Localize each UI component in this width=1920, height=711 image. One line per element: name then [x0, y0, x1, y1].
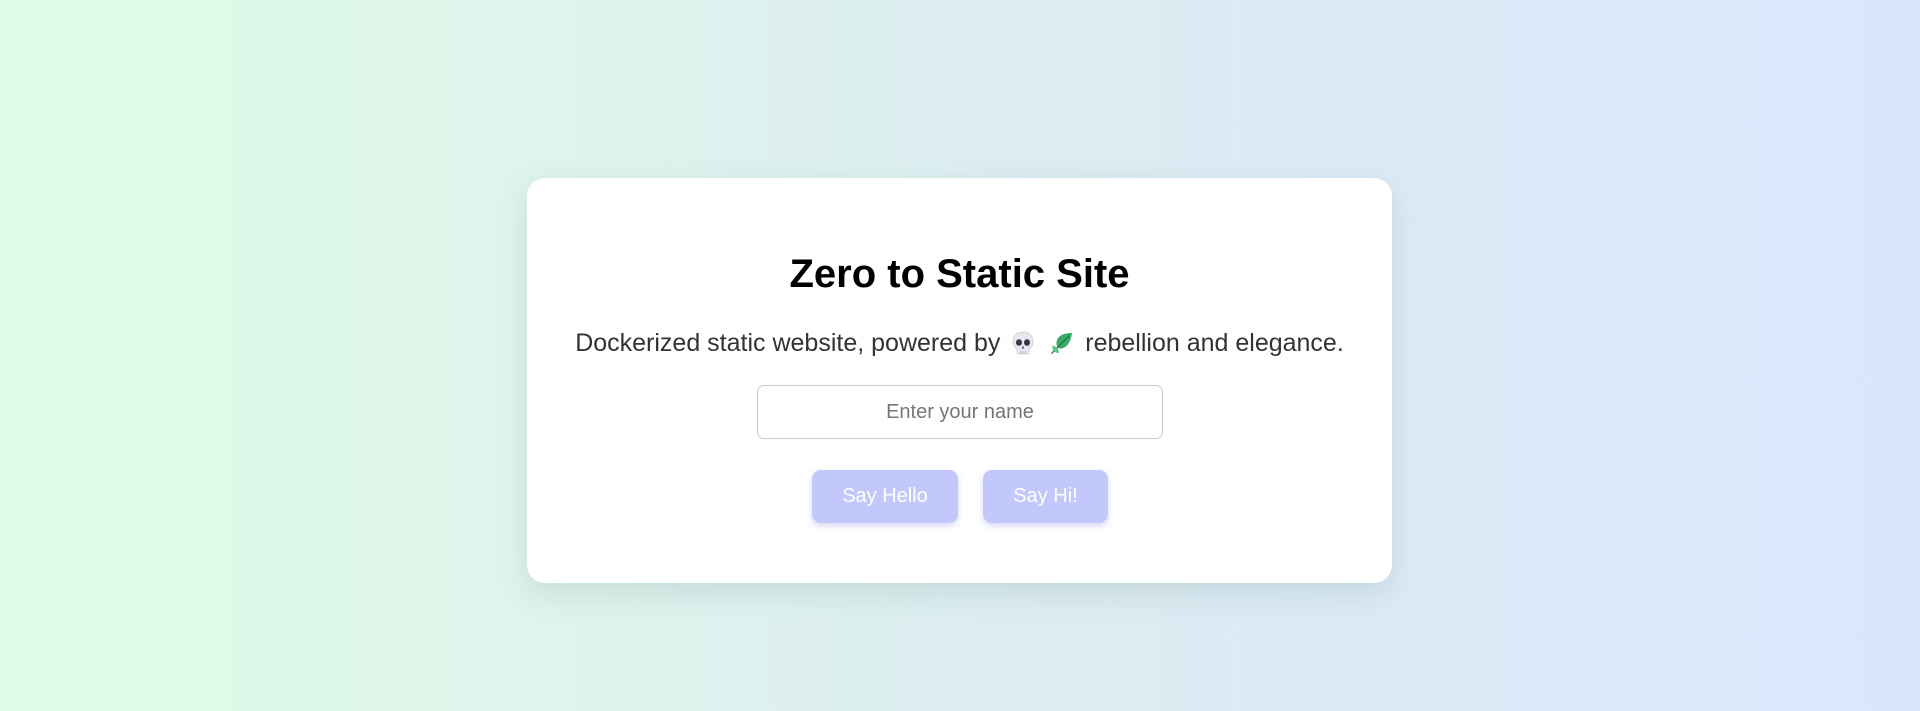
say-hi-button[interactable]: Say Hi!	[983, 470, 1108, 523]
name-input[interactable]	[757, 385, 1163, 439]
subtitle-suffix: rebellion and elegance.	[1085, 329, 1344, 357]
say-hello-button[interactable]: Say Hello	[812, 470, 958, 523]
main-card: Zero to Static Site Dockerized static we…	[527, 178, 1392, 583]
skull-icon	[1012, 331, 1034, 355]
subtitle-prefix: Dockerized static website, powered by	[575, 329, 1001, 357]
page-title: Zero to Static Site	[789, 252, 1130, 296]
leaf-icon	[1051, 333, 1073, 354]
page-subtitle: Dockerized static website, powered by re…	[527, 328, 1392, 358]
